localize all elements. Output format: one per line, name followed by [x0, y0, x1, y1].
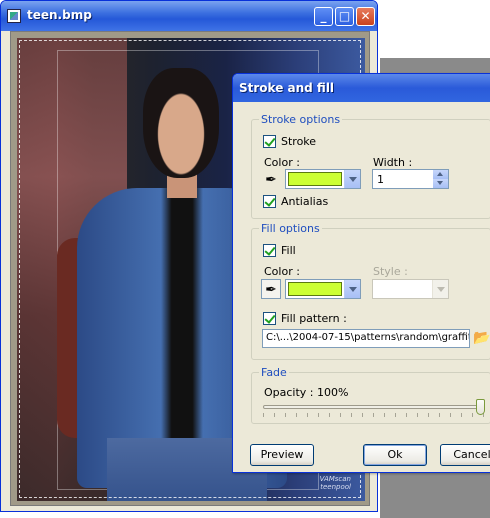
eyedropper-icon[interactable]: ✒: [261, 279, 281, 299]
stroke-color-swatch: [288, 172, 342, 186]
opacity-slider-ticks: [263, 413, 485, 417]
style-label: Style :: [373, 265, 408, 278]
antialias-checkbox[interactable]: [263, 195, 276, 208]
opacity-label: Opacity : 100%: [264, 386, 349, 399]
close-button[interactable]: ✕: [356, 7, 375, 26]
fade-label: Fade: [259, 366, 289, 379]
ok-button[interactable]: Ok: [363, 444, 427, 466]
eyedropper-icon[interactable]: ✒: [261, 170, 281, 190]
spin-up-icon[interactable]: [433, 170, 448, 179]
width-value[interactable]: 1: [377, 173, 384, 186]
width-spinner[interactable]: 1: [372, 169, 449, 189]
style-select[interactable]: [372, 279, 449, 299]
fill-color-swatch: [288, 282, 342, 296]
photo-watermark: VAMscan teenpool: [319, 475, 351, 491]
image-window-title: teen.bmp: [27, 8, 92, 22]
stroke-label: Stroke: [281, 135, 317, 148]
stroke-and-fill-dialog[interactable]: Stroke and fill Stroke options Stroke Co…: [232, 73, 490, 473]
antialias-label: Antialias: [281, 195, 329, 208]
spin-down-icon[interactable]: [433, 179, 448, 188]
stroke-options-label: Stroke options: [259, 113, 343, 126]
chevron-down-icon[interactable]: [344, 280, 360, 298]
opacity-slider-thumb[interactable]: [476, 399, 485, 415]
maximize-button[interactable]: □: [335, 7, 354, 26]
preview-button[interactable]: Preview: [250, 444, 314, 466]
chevron-down-icon[interactable]: [344, 170, 360, 188]
fill-pattern-label: Fill pattern :: [281, 312, 347, 325]
image-file-icon: [7, 9, 21, 23]
fill-color-label: Color :: [264, 265, 300, 278]
folder-icon[interactable]: 📂: [473, 330, 490, 346]
image-window-titlebar[interactable]: teen.bmp _ □ ✕: [1, 1, 377, 31]
fill-label: Fill: [281, 244, 296, 257]
fill-options-label: Fill options: [259, 222, 322, 235]
pattern-path-field[interactable]: C:\...\2004-07-15\patterns\random\graffi…: [262, 329, 470, 348]
stroke-color-select[interactable]: [285, 169, 361, 189]
minimize-button[interactable]: _: [314, 7, 333, 26]
chevron-down-icon[interactable]: [432, 280, 448, 298]
dialog-titlebar[interactable]: Stroke and fill: [233, 74, 490, 102]
dialog-title: Stroke and fill: [239, 81, 335, 95]
cancel-button[interactable]: Cancel: [440, 444, 490, 466]
opacity-slider-track[interactable]: [263, 405, 485, 409]
stroke-checkbox[interactable]: [263, 135, 276, 148]
fill-pattern-checkbox[interactable]: [263, 312, 276, 325]
fill-checkbox[interactable]: [263, 244, 276, 257]
fill-color-select[interactable]: [285, 279, 361, 299]
width-label: Width :: [373, 156, 413, 169]
stroke-color-label: Color :: [264, 156, 300, 169]
